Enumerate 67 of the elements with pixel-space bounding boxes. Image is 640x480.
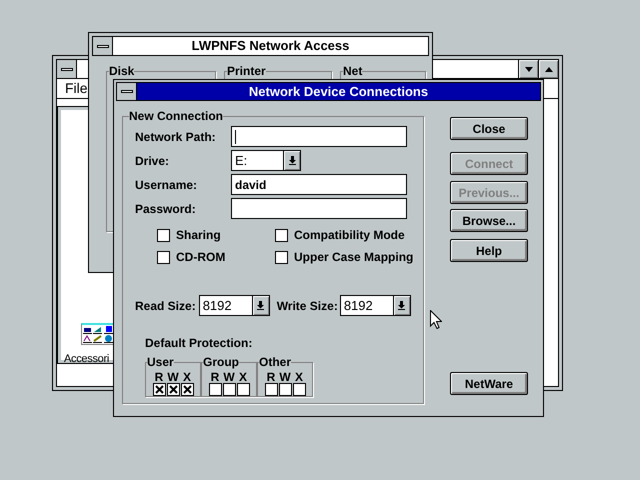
- dropdown-button[interactable]: [392, 296, 410, 315]
- permission-label: R: [154, 371, 164, 383]
- field-label: Write Size:: [276, 298, 338, 314]
- permission-label: X: [238, 371, 247, 383]
- checkbox-label: CD-ROM: [176, 249, 226, 266]
- input-field[interactable]: [231, 198, 407, 219]
- permission-label: W: [279, 371, 291, 383]
- field-label: Username:: [135, 176, 198, 194]
- checkbox[interactable]: [180, 383, 194, 396]
- permission-label: X: [294, 371, 303, 383]
- menu-item[interactable]: File: [65, 78, 88, 99]
- group-title: New Connection: [129, 108, 224, 125]
- mouse-pointer-icon: [430, 310, 442, 329]
- checkbox[interactable]: [292, 383, 306, 396]
- dialog-button[interactable]: Close: [450, 117, 528, 140]
- field-label: Password:: [135, 200, 197, 218]
- group-title: Group: [203, 354, 239, 371]
- control-menu-box[interactable]: [93, 37, 113, 55]
- down-arrow-icon: [398, 301, 406, 310]
- minimize-button[interactable]: [518, 60, 538, 78]
- checkbox-label: Upper Case Mapping: [294, 249, 414, 266]
- checkbox[interactable]: [166, 383, 180, 396]
- checkbox[interactable]: [275, 228, 288, 242]
- checkbox[interactable]: [278, 383, 292, 396]
- window-title: Network Device Connections: [248, 82, 428, 101]
- group-title: Other: [259, 354, 292, 371]
- checkbox[interactable]: [222, 383, 236, 396]
- field-label: Drive:: [135, 152, 170, 170]
- window-title: LWPNFS Network Access: [192, 37, 350, 56]
- checkbox[interactable]: [157, 250, 170, 264]
- protection-label: Default Protection:: [145, 335, 252, 352]
- field-label: Network Path:: [135, 128, 217, 146]
- dropdown-button[interactable]: [283, 151, 300, 170]
- checkbox[interactable]: [264, 383, 278, 396]
- dialog-button[interactable]: Help: [450, 239, 528, 262]
- maximize-button[interactable]: [538, 60, 558, 78]
- size-dropdown[interactable]: 8192: [198, 295, 270, 316]
- down-triangle-icon: [524, 66, 532, 72]
- permission-label: R: [210, 371, 220, 383]
- down-arrow-icon: [257, 301, 264, 310]
- down-arrow-icon: [288, 156, 296, 165]
- checkbox-label: Compatibility Mode: [294, 227, 405, 244]
- checkbox[interactable]: [208, 383, 222, 396]
- drive-dropdown[interactable]: E:: [231, 150, 301, 171]
- field-label: Read Size:: [135, 298, 196, 314]
- permission-label: W: [223, 371, 235, 383]
- group-title: Disk: [109, 63, 134, 80]
- control-menu-box[interactable]: [57, 60, 77, 78]
- group-title: Net: [343, 63, 362, 80]
- dialog-button[interactable]: NetWare: [450, 372, 528, 395]
- permission-label: R: [266, 371, 276, 383]
- dialog-button[interactable]: Browse...: [450, 209, 528, 232]
- checkbox[interactable]: [275, 250, 288, 264]
- permission-label: W: [167, 371, 179, 383]
- group-title: Printer: [227, 63, 266, 80]
- size-dropdown[interactable]: 8192: [340, 295, 411, 316]
- dropdown-button[interactable]: [252, 296, 269, 315]
- checkbox[interactable]: [157, 228, 170, 242]
- checkbox[interactable]: [152, 383, 166, 396]
- checkbox-label: Sharing: [176, 227, 221, 244]
- input-field[interactable]: david: [231, 174, 407, 195]
- checkbox[interactable]: [236, 383, 250, 396]
- permission-label: X: [182, 371, 191, 383]
- group-icon-label[interactable]: Accessori: [64, 351, 109, 368]
- up-triangle-icon: [544, 66, 552, 72]
- group-title: User: [147, 354, 174, 371]
- input-field[interactable]: [231, 126, 407, 147]
